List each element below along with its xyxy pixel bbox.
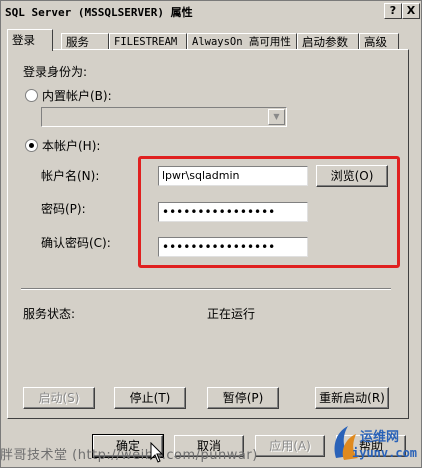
tab-alwayson[interactable]: AlwaysOn 高可用性 (187, 33, 297, 49)
builtin-account-label: 内置帐户(B): (42, 89, 112, 103)
service-status-value: 正在运行 (207, 307, 256, 321)
pause-button[interactable]: 暂停(P) (207, 387, 279, 409)
window-title: SQL Server (MSSQLSERVER) 属性 (5, 6, 193, 19)
this-account-label: 本帐户(H): (42, 139, 101, 153)
restart-button[interactable]: 重新启动(R) (315, 387, 389, 409)
start-button[interactable]: 启动(S) (23, 387, 95, 409)
tab-login[interactable]: 登录 (7, 29, 53, 51)
confirm-password-label: 确认密码(C): (41, 236, 111, 250)
tab-advanced[interactable]: 高级 (359, 33, 399, 49)
account-name-label: 帐户名(N): (41, 169, 100, 183)
logo-url: iyunv.com (352, 446, 418, 460)
close-title-button[interactable]: X (402, 3, 420, 19)
mouse-cursor-icon (150, 442, 164, 463)
properties-dialog: SQL Server (MSSQLSERVER) 属性 ? X 登录 服务 FI… (0, 0, 422, 468)
stop-button[interactable]: 停止(T) (114, 387, 186, 409)
watermark-text: 胖哥技术堂 (http://weibo.com/punwar) (0, 448, 258, 463)
chevron-down-icon: ▼ (268, 109, 285, 125)
login-as-label: 登录身份为: (23, 65, 88, 79)
service-status-label: 服务状态: (23, 307, 76, 321)
tab-filestream[interactable]: FILESTREAM (109, 33, 187, 49)
tab-startup-params[interactable]: 启动参数 (297, 33, 359, 49)
password-label: 密码(P): (41, 202, 86, 216)
separator (21, 288, 391, 290)
highlight-box (138, 156, 400, 268)
apply-button[interactable]: 应用(A) (255, 435, 325, 457)
builtin-account-select: ▼ (41, 107, 287, 127)
title-bar[interactable]: SQL Server (MSSQLSERVER) 属性 ? X (1, 1, 421, 20)
help-title-button[interactable]: ? (384, 3, 402, 19)
logo-text: 运维网 (360, 430, 400, 445)
builtin-account-radio[interactable] (25, 89, 38, 102)
tab-service[interactable]: 服务 (61, 33, 109, 49)
this-account-radio[interactable] (25, 139, 38, 152)
